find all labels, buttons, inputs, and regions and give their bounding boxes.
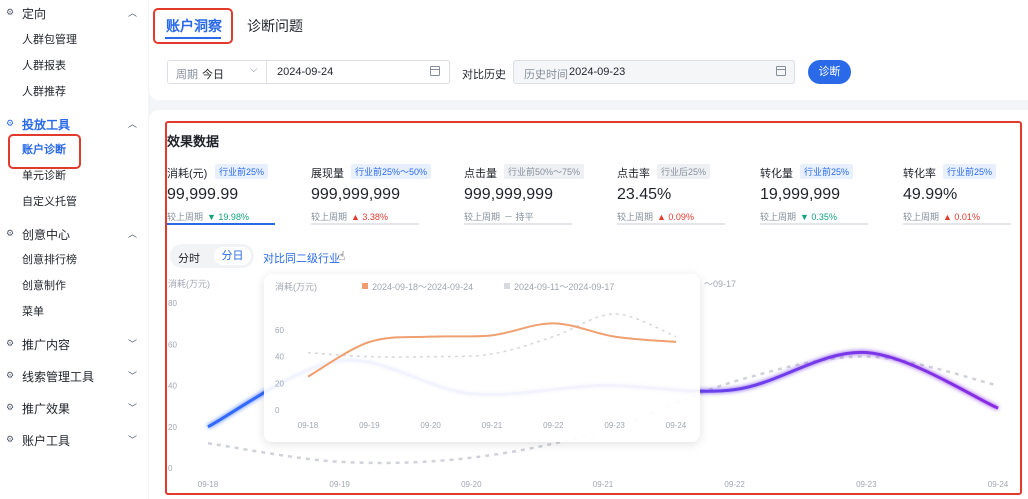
effect-data-highlight-box: [165, 121, 1022, 495]
